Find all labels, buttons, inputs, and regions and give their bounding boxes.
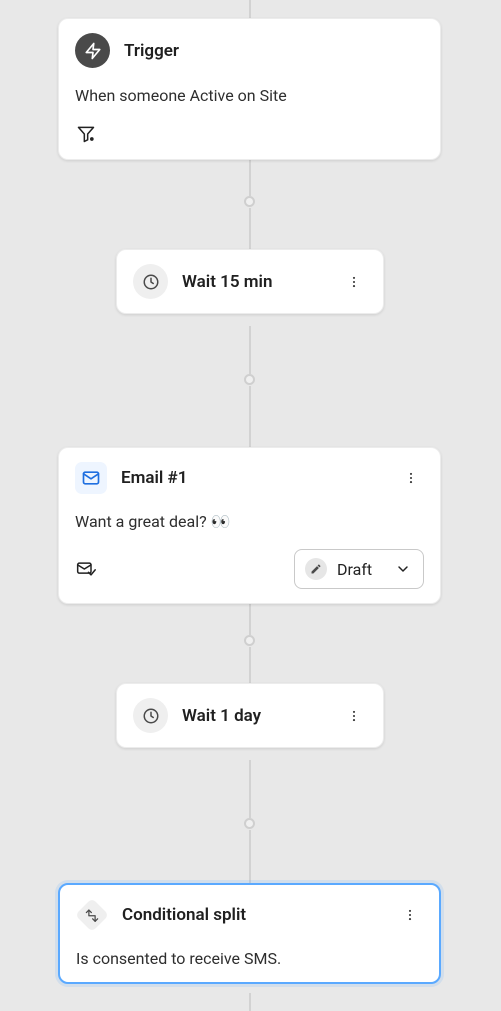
wait-label: Wait 15 min (182, 272, 341, 292)
trigger-description: When someone Active on Site (75, 86, 424, 105)
connector (249, 208, 251, 249)
connector (249, 647, 251, 683)
clock-icon (133, 264, 168, 299)
add-node-dot[interactable] (244, 374, 255, 385)
mail-icon (75, 462, 107, 494)
more-button[interactable] (397, 902, 423, 928)
conditional-split-node[interactable]: Conditional split Is consented to receiv… (58, 883, 441, 984)
connector (249, 993, 251, 1011)
status-label: Draft (337, 560, 372, 579)
connector (249, 830, 251, 883)
flow-canvas[interactable]: Trigger When someone Active on Site Wait… (0, 0, 501, 1011)
add-node-dot[interactable] (244, 818, 255, 829)
connector (249, 386, 251, 447)
email-title: Email #1 (121, 468, 384, 488)
more-button[interactable] (341, 269, 367, 295)
email-subject: Want a great deal? 👀 (75, 512, 424, 531)
pencil-icon (305, 558, 327, 580)
mail-check-icon[interactable] (75, 558, 97, 580)
add-node-dot[interactable] (244, 635, 255, 646)
more-button[interactable] (341, 703, 367, 729)
wait-node[interactable]: Wait 15 min (116, 249, 384, 314)
trigger-title: Trigger (124, 41, 424, 61)
wait-label: Wait 1 day (182, 706, 341, 726)
status-dropdown[interactable]: Draft (294, 549, 424, 589)
add-node-dot[interactable] (244, 196, 255, 207)
conditional-description: Is consented to receive SMS. (76, 949, 423, 968)
clock-icon (133, 698, 168, 733)
split-icon (76, 899, 108, 931)
wait-node[interactable]: Wait 1 day (116, 683, 384, 748)
connector (249, 158, 251, 196)
conditional-title: Conditional split (122, 905, 383, 925)
connector (249, 0, 251, 20)
connector (249, 601, 251, 635)
filter-user-icon[interactable] (75, 123, 97, 145)
email-node[interactable]: Email #1 Want a great deal? 👀 Draft (58, 447, 441, 604)
connector (249, 760, 251, 818)
chevron-down-icon (395, 561, 411, 577)
lightning-icon (75, 33, 110, 68)
connector (249, 326, 251, 374)
trigger-node[interactable]: Trigger When someone Active on Site (58, 18, 441, 160)
more-button[interactable] (398, 465, 424, 491)
